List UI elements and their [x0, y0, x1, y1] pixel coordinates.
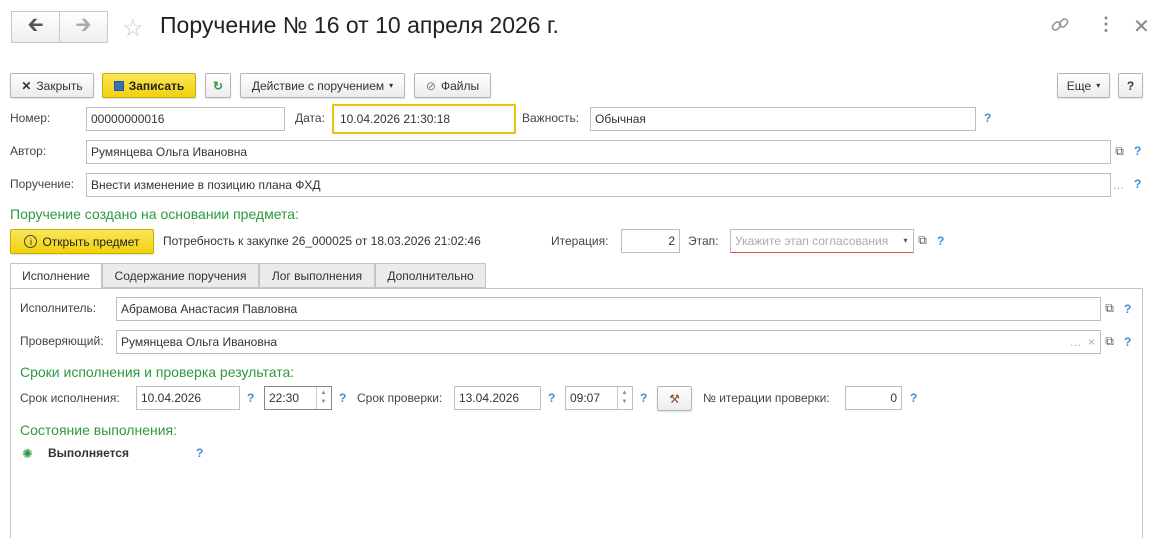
ellipsis-icon[interactable]: …	[1067, 333, 1084, 350]
files-button[interactable]: ⊘ Файлы	[414, 73, 491, 98]
help-button[interactable]: ?	[1118, 73, 1143, 98]
open-form-icon[interactable]: ⧉	[1101, 333, 1118, 350]
checker-field[interactable]: Румянцева Ольга Ивановна	[116, 330, 1101, 354]
help-icon[interactable]: ?	[640, 391, 647, 405]
importance-label: Важность:	[522, 111, 580, 125]
help-icon[interactable]: ?	[1124, 335, 1131, 349]
arrow-right-icon: 🡲	[75, 14, 92, 36]
refresh-button[interactable]: ↻	[205, 73, 231, 98]
date-label: Дата:	[295, 111, 325, 125]
basis-heading: Поручение создано на основании предмета:	[10, 206, 299, 222]
help-icon[interactable]: ?	[1134, 144, 1141, 158]
help-icon[interactable]: ?	[910, 391, 917, 405]
open-subject-label: Открыть предмет	[42, 234, 140, 249]
tab-content[interactable]: Содержание поручения	[102, 263, 259, 288]
back-button[interactable]: 🡰	[11, 11, 60, 43]
date-field[interactable]: 10.04.2026 21:30:18	[332, 104, 516, 134]
tab-log[interactable]: Лог выполнения	[259, 263, 375, 288]
dropdown-arrow-icon: ▾	[1096, 81, 1101, 90]
refresh-icon: ↻	[212, 78, 224, 93]
iteration-field[interactable]: 2	[621, 229, 680, 253]
page-title: Поручение № 16 от 10 апреля 2026 г.	[160, 12, 559, 38]
dropdown-arrow-icon: ▾	[389, 81, 394, 90]
clear-icon[interactable]: ×	[1083, 333, 1100, 350]
help-icon[interactable]: ?	[937, 234, 944, 248]
checker-label: Проверяющий:	[20, 334, 104, 348]
executor-label: Исполнитель:	[20, 301, 97, 315]
star-icon[interactable]: ☆	[122, 14, 144, 43]
deadlines-heading: Сроки исполнения и проверка результата:	[20, 364, 295, 380]
paperclip-icon: ⊘	[425, 78, 436, 93]
open-subject-button[interactable]: i Открыть предмет	[10, 229, 154, 254]
save-button[interactable]: Записать	[102, 73, 196, 98]
more-vertical-icon[interactable]: ⋮	[1097, 14, 1115, 35]
spinner-icon: ✺	[22, 446, 33, 461]
number-field[interactable]: 00000000016	[86, 107, 285, 131]
help-icon[interactable]: ?	[1124, 302, 1131, 316]
check-iteration-field[interactable]: 0	[845, 386, 902, 410]
number-label: Номер:	[10, 111, 51, 125]
task-label: Поручение:	[10, 177, 75, 191]
stage-field[interactable]: Укажите этап согласования	[730, 229, 914, 253]
tab-additional[interactable]: Дополнительно	[375, 263, 486, 288]
stage-label: Этап:	[688, 234, 719, 248]
author-field[interactable]: Румянцева Ольга Ивановна	[86, 140, 1111, 164]
time-spinner[interactable]: ▲ ▼	[316, 387, 330, 409]
due-date-field[interactable]: 10.04.2026	[136, 386, 240, 410]
more-button-label: Еще	[1066, 78, 1092, 93]
check-label: Срок проверки:	[357, 391, 443, 405]
hammer-icon: ⚒	[669, 391, 680, 406]
arrow-left-icon: 🡰	[27, 14, 44, 36]
check-iteration-label: № итерации проверки:	[703, 391, 830, 405]
help-icon[interactable]: ?	[548, 391, 555, 405]
status-value: Выполняется	[48, 446, 129, 460]
floppy-icon	[113, 80, 124, 91]
help-icon[interactable]: ?	[196, 446, 203, 460]
status-heading: Состояние выполнения:	[20, 422, 178, 438]
open-form-icon[interactable]: ⧉	[1101, 300, 1118, 317]
importance-field[interactable]: Обычная	[590, 107, 976, 131]
help-icon[interactable]: ?	[1134, 177, 1141, 191]
close-icon[interactable]: ✕	[1133, 14, 1150, 39]
close-button-label: Закрыть	[36, 78, 83, 93]
forward-button[interactable]: 🡲	[59, 11, 108, 43]
close-button[interactable]: ✕ Закрыть	[10, 73, 94, 98]
dropdown-arrow-icon[interactable]: ▾	[897, 232, 914, 249]
info-icon: i	[24, 235, 38, 248]
tab-execution[interactable]: Исполнение	[10, 263, 102, 289]
more-button[interactable]: Еще ▾	[1057, 73, 1110, 98]
help-icon[interactable]: ?	[984, 111, 991, 125]
tab-panel	[10, 288, 1143, 538]
save-button-label: Записать	[128, 78, 185, 93]
subject-link[interactable]: Потребность к закупке 26_000025 от 18.03…	[163, 234, 481, 248]
time-spinner[interactable]: ▲ ▼	[617, 387, 631, 409]
check-date-field[interactable]: 13.04.2026	[454, 386, 541, 410]
action-menu-button[interactable]: Действие с поручением ▾	[240, 73, 405, 98]
help-icon[interactable]: ?	[339, 391, 346, 405]
link-icon[interactable]	[1049, 14, 1071, 42]
help-icon[interactable]: ?	[247, 391, 254, 405]
iteration-label: Итерация:	[551, 234, 609, 248]
open-form-icon[interactable]: ⧉	[914, 232, 931, 249]
ellipsis-icon[interactable]: …	[1110, 176, 1127, 193]
calculate-button[interactable]: ⚒	[657, 386, 692, 411]
close-x-icon: ✕	[21, 78, 32, 93]
task-field[interactable]: Внести изменение в позицию плана ФХД	[86, 173, 1111, 197]
author-label: Автор:	[10, 144, 47, 158]
due-label: Срок исполнения:	[20, 391, 120, 405]
action-menu-label: Действие с поручением	[251, 78, 385, 93]
open-form-icon[interactable]: ⧉	[1111, 143, 1128, 160]
executor-field[interactable]: Абрамова Анастасия Павловна	[116, 297, 1101, 321]
files-button-label: Файлы	[440, 78, 480, 93]
help-button-label: ?	[1126, 78, 1135, 93]
